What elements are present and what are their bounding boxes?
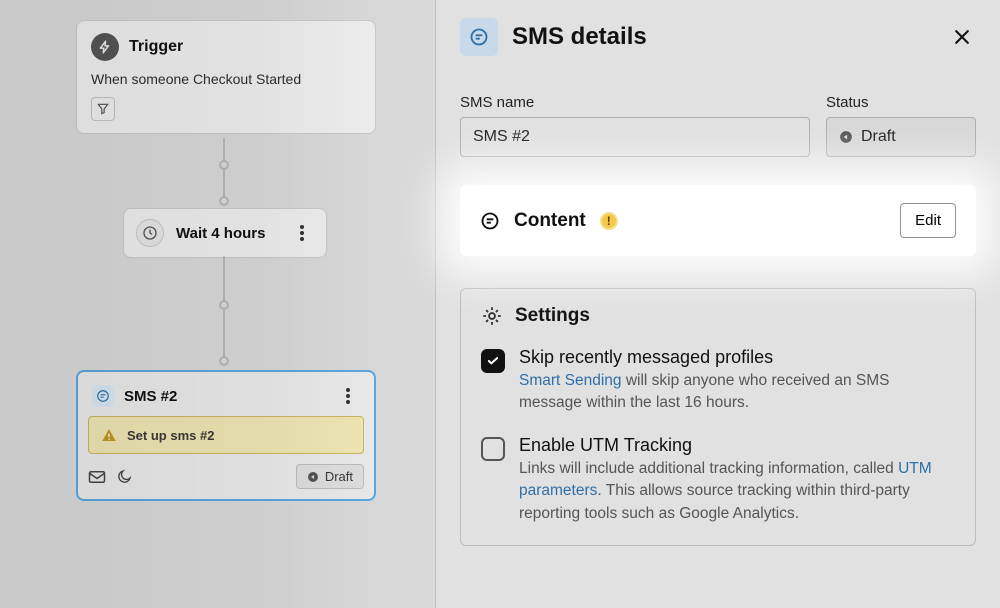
status-field: Draft bbox=[826, 117, 976, 157]
connector-line bbox=[223, 256, 225, 366]
sms-warning-text: Set up sms #2 bbox=[127, 428, 214, 443]
close-icon[interactable] bbox=[948, 23, 976, 51]
content-card: Content ! Edit bbox=[460, 185, 976, 256]
trigger-subtitle: When someone Checkout Started bbox=[91, 71, 361, 87]
funnel-icon[interactable] bbox=[91, 97, 115, 121]
draft-label: Draft bbox=[325, 469, 353, 484]
settings-card: Settings Skip recently messaged profiles… bbox=[460, 288, 976, 546]
smart-sending-link[interactable]: Smart Sending bbox=[519, 372, 622, 389]
skip-title: Skip recently messaged profiles bbox=[519, 347, 955, 368]
connector-dot-icon bbox=[219, 196, 229, 206]
status-label: Status bbox=[826, 94, 976, 111]
check-icon bbox=[486, 354, 500, 368]
content-title: Content bbox=[514, 210, 586, 232]
connector-dot-icon bbox=[219, 300, 229, 310]
trigger-node[interactable]: Trigger When someone Checkout Started bbox=[76, 20, 376, 134]
utm-title: Enable UTM Tracking bbox=[519, 435, 955, 456]
draft-status-pill: Draft bbox=[296, 464, 364, 489]
sms-node[interactable]: SMS #2 Set up sms #2 Draft bbox=[76, 370, 376, 501]
sms-name-input[interactable] bbox=[460, 117, 810, 157]
mail-icon[interactable] bbox=[88, 470, 106, 484]
draft-dot-icon bbox=[307, 471, 319, 483]
flow-canvas[interactable]: Trigger When someone Checkout Started Wa… bbox=[0, 0, 435, 608]
kebab-icon[interactable] bbox=[290, 221, 314, 245]
panel-title: SMS details bbox=[512, 23, 934, 51]
kebab-icon[interactable] bbox=[336, 384, 360, 408]
utm-checkbox[interactable] bbox=[481, 437, 505, 461]
utm-description: Links will include additional tracking i… bbox=[519, 458, 955, 525]
settings-title: Settings bbox=[515, 305, 590, 327]
status-value: Draft bbox=[861, 128, 896, 146]
bolt-icon bbox=[91, 33, 119, 61]
connector-line bbox=[223, 138, 225, 204]
moon-icon[interactable] bbox=[116, 469, 132, 485]
trigger-title: Trigger bbox=[129, 38, 183, 56]
connector-dot-icon bbox=[219, 356, 229, 366]
wait-node[interactable]: Wait 4 hours bbox=[123, 208, 327, 258]
connector-dot-icon bbox=[219, 160, 229, 170]
clock-icon bbox=[136, 219, 164, 247]
sms-node-title: SMS #2 bbox=[124, 388, 326, 405]
sms-icon bbox=[92, 385, 114, 407]
skip-description: Smart Sending will skip anyone who recei… bbox=[519, 370, 955, 415]
gear-icon bbox=[481, 305, 503, 327]
warning-badge-icon: ! bbox=[600, 212, 618, 230]
skip-checkbox[interactable] bbox=[481, 349, 505, 373]
warning-icon bbox=[101, 427, 117, 443]
content-icon bbox=[480, 211, 500, 231]
sms-warning-banner: Set up sms #2 bbox=[88, 416, 364, 454]
sms-details-panel: SMS details SMS name Status Draft bbox=[435, 0, 1000, 608]
sms-icon bbox=[460, 18, 498, 56]
wait-label: Wait 4 hours bbox=[176, 225, 265, 242]
draft-dot-icon bbox=[839, 130, 853, 144]
edit-button[interactable]: Edit bbox=[900, 203, 956, 238]
sms-name-label: SMS name bbox=[460, 94, 810, 111]
